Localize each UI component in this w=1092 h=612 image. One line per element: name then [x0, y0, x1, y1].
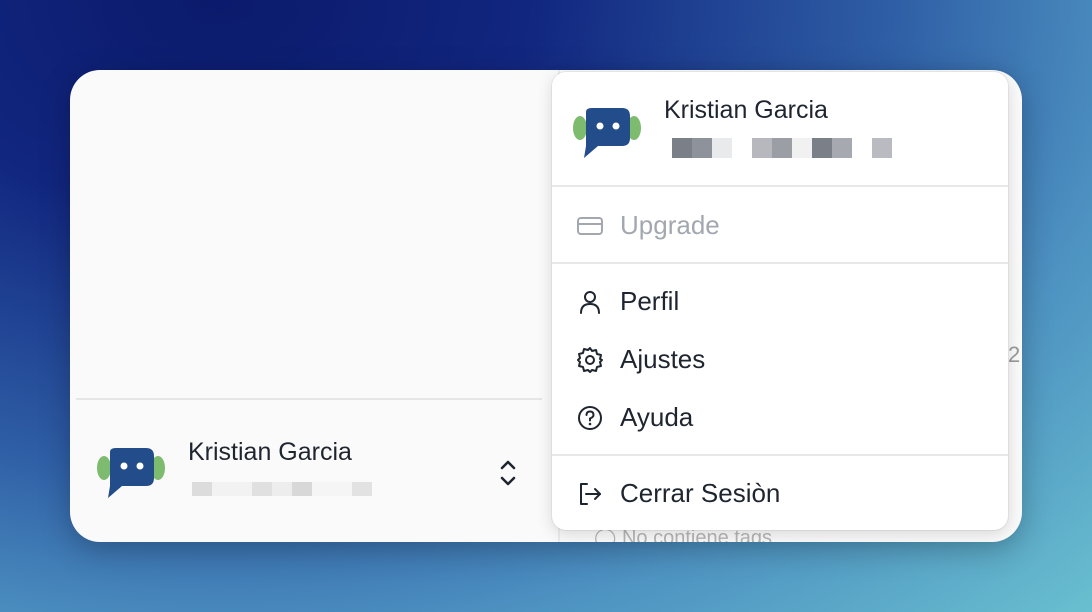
credit-card-icon: [577, 217, 603, 235]
menu-item-ajustes[interactable]: Ajustes: [552, 334, 1008, 384]
menu-separator: [552, 454, 1008, 456]
menu-item-perfil[interactable]: Perfil: [552, 276, 1008, 326]
menu-item-label: Perfil: [620, 286, 680, 316]
user-dropdown-menu: Kristian Garcia Upgrade Perfil Ajustes A…: [552, 72, 1008, 530]
menu-item-upgrade[interactable]: Upgrade: [552, 200, 1008, 250]
sidebar-user-name: Kristian Garcia: [188, 438, 352, 466]
menu-separator: [552, 262, 1008, 264]
menu-item-label: Ajustes: [620, 344, 706, 374]
menu-item-label: Cerrar Sesiòn: [620, 478, 781, 508]
user-icon: [580, 291, 600, 314]
menu-item-ayuda[interactable]: Ayuda: [552, 392, 1008, 442]
sidebar-user-switcher[interactable]: Kristian Garcia: [96, 430, 556, 510]
menu-item-label: Upgrade: [620, 210, 720, 240]
menu-item-cerrar-sesion[interactable]: Cerrar Sesiòn: [552, 468, 1008, 518]
menu-item-label: Ayuda: [620, 402, 694, 432]
bot-avatar-icon: [573, 108, 641, 158]
help-circle-icon: [578, 406, 602, 430]
logout-icon: [580, 483, 601, 505]
chevron-up-down-icon[interactable]: [496, 456, 520, 490]
sidebar-user-email-redacted: [192, 482, 372, 496]
gear-icon: [577, 347, 603, 373]
menu-user-name: Kristian Garcia: [664, 96, 828, 124]
menu-user-email-redacted: [672, 138, 892, 158]
menu-separator: [552, 185, 1008, 187]
bot-avatar-icon: [97, 448, 165, 498]
sidebar-divider: [76, 398, 542, 400]
background-partial-number: 2: [1008, 342, 1021, 367]
